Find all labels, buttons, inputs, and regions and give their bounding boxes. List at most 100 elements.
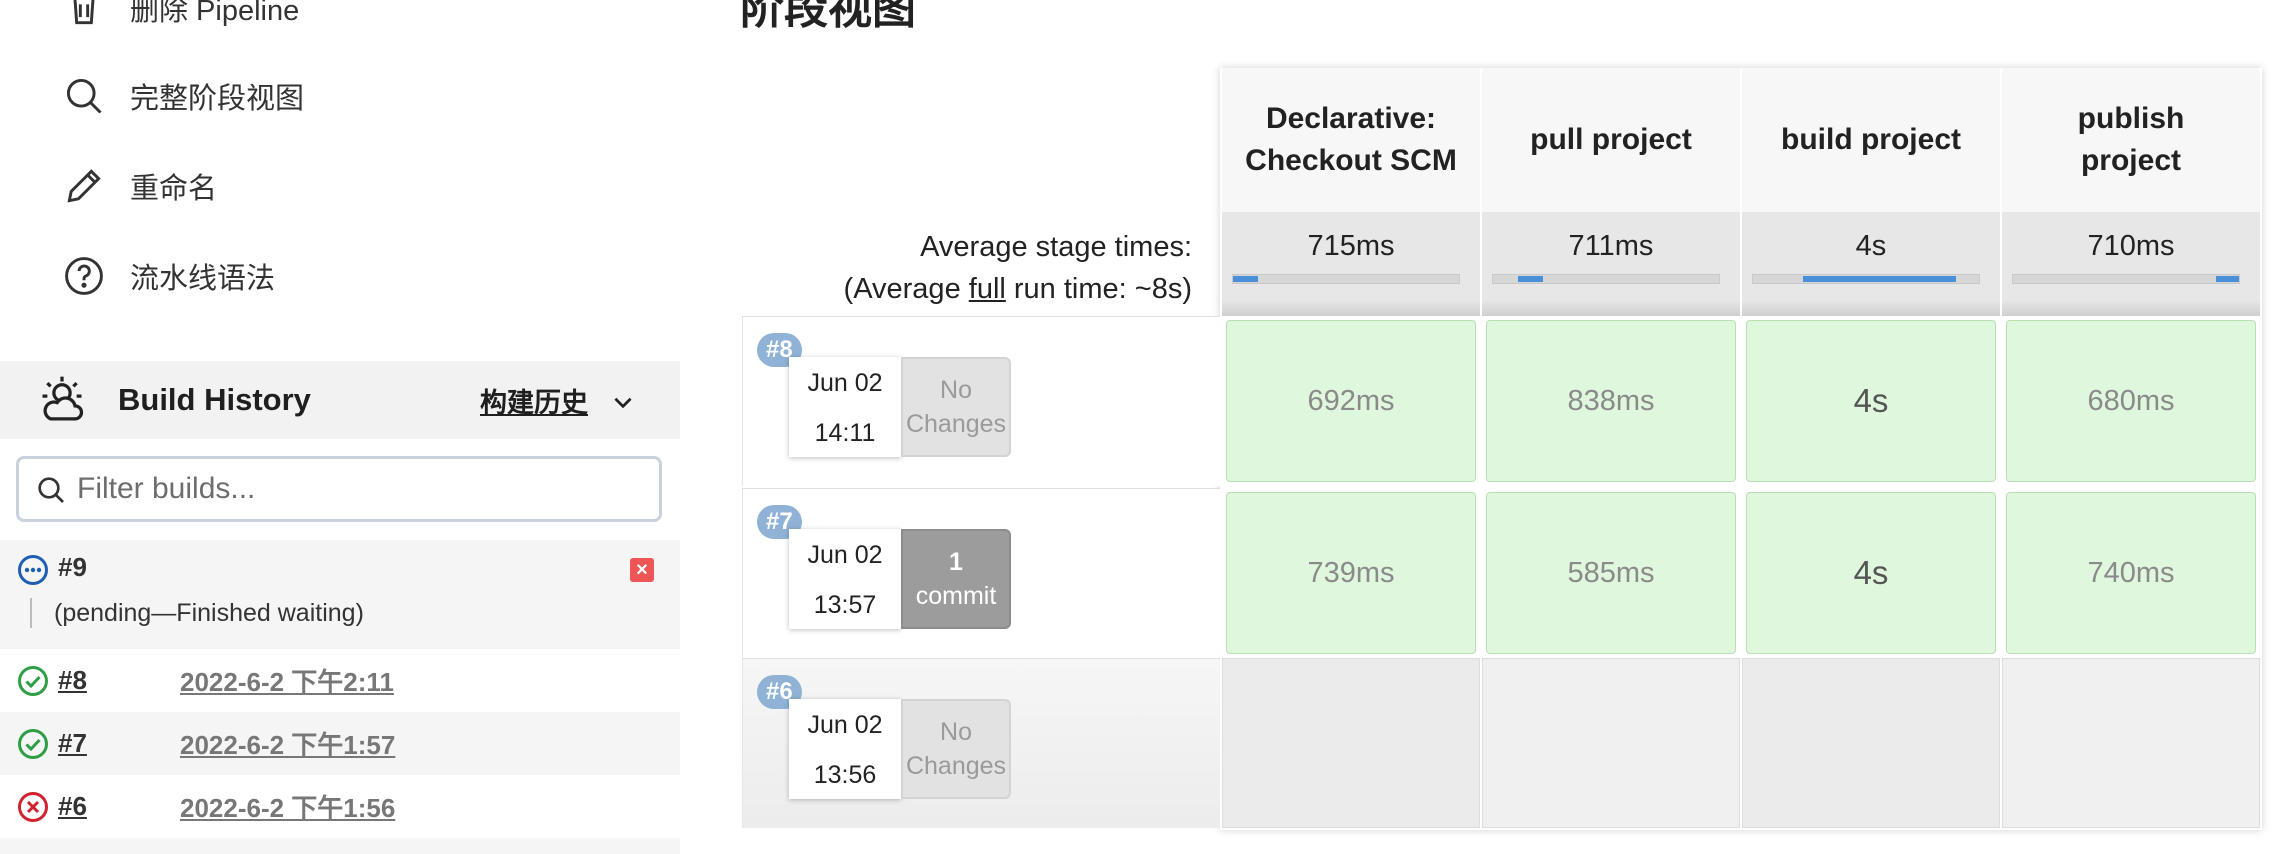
average-time-cell: 711ms (1482, 212, 1740, 316)
changes-line2: Changes (905, 752, 1007, 780)
run-date-box: Jun 02 13:57 (789, 529, 901, 629)
avg-label-line1: Average stage times: (920, 231, 1192, 263)
run-row-header: #8 Jun 02 14:11 No Changes (742, 316, 1220, 486)
success-status-icon (18, 729, 48, 759)
chevron-down-icon[interactable] (610, 389, 636, 415)
stage-duration[interactable]: 585ms (1486, 492, 1736, 654)
stage-duration[interactable]: 692ms (1226, 320, 1476, 482)
build-number: #9 (58, 552, 87, 582)
stage-duration[interactable]: 739ms (1226, 492, 1476, 654)
changes-line1: 1 (949, 548, 963, 576)
stage-name-line2: project (2080, 144, 2182, 177)
average-progress-bar (2012, 274, 2240, 284)
stage-duration[interactable]: 740ms (2006, 492, 2256, 654)
stage-duration[interactable]: 4s (1746, 320, 1996, 482)
average-time-cell: 710ms (2002, 212, 2260, 316)
pencil-icon (60, 162, 108, 210)
stage-name-line1: publish (2077, 102, 2185, 135)
average-bar-fill (2216, 276, 2239, 282)
run-row-header: #7 Jun 02 13:57 1 commit (742, 488, 1220, 658)
average-progress-bar (1492, 274, 1720, 284)
stage-name-line2: Checkout SCM (1245, 144, 1457, 177)
build-history-title: Build History (118, 382, 311, 417)
failed-status-icon (18, 792, 48, 822)
stage-cell-empty (1482, 658, 1740, 828)
stage-cell: 692ms (1222, 316, 1480, 486)
stage-cell-empty (1222, 658, 1480, 828)
weather-icon (42, 376, 84, 421)
task-label: 删除 Pipeline (130, 0, 300, 27)
average-progress-bar (1232, 274, 1460, 284)
stage-header: publish project (2002, 68, 2260, 212)
build-number-link[interactable]: #7 (58, 728, 87, 759)
average-bar-fill (1233, 276, 1258, 282)
task-label: 完整阶段视图 (130, 83, 305, 115)
trash-icon (60, 0, 108, 32)
rename-link[interactable]: 重命名 (60, 156, 217, 216)
build-date-link[interactable]: 2022-6-2 下午1:56 (180, 788, 395, 825)
average-stage-times-label: Average stage times: (Average full run t… (780, 226, 1192, 310)
stage-duration[interactable]: 838ms (1486, 320, 1736, 482)
build-history-header: Build History 构建历史 (0, 361, 680, 439)
stage-view-heading: 阶段视图 (740, 0, 916, 33)
average-bar-fill (1802, 276, 1957, 282)
stage-cell: 680ms (2002, 316, 2260, 486)
pending-text: (pending—Finished waiting) (30, 598, 364, 628)
average-time: 710ms (2087, 230, 2175, 262)
average-time: 715ms (1307, 230, 1395, 262)
run-time: 13:57 (813, 591, 877, 619)
stage-header: Declarative: Checkout SCM (1222, 68, 1480, 212)
build-date-link[interactable]: 2022-6-2 下午1:57 (180, 725, 395, 762)
stage-cell: 838ms (1482, 316, 1740, 486)
help-circle-icon (60, 252, 108, 300)
build-date-link[interactable]: 2022-6-2 下午2:11 (180, 662, 394, 699)
build-row: #8 2022-6-2 下午2:11 (0, 649, 680, 712)
task-label: 流水线语法 (130, 263, 276, 295)
delete-pipeline-link[interactable]: 删除 Pipeline (60, 0, 299, 38)
stage-duration[interactable]: 4s (1746, 492, 1996, 654)
stage-cell: 739ms (1222, 488, 1480, 658)
run-time: 14:11 (814, 419, 876, 447)
build-number-link[interactable]: #6 (58, 791, 87, 822)
build-trend-link[interactable]: 构建历史 (480, 381, 588, 420)
sidebar: 删除 Pipeline 完整阶段视图 重命名 流水线语法 Build Histo… (0, 0, 680, 854)
full-run-link[interactable]: full (969, 273, 1006, 305)
average-time: 4s (1855, 230, 1887, 262)
run-row-header: #6 Jun 02 13:56 No Changes (742, 658, 1220, 828)
stage-cell-empty (2002, 658, 2260, 828)
avg-label-suffix: run time: ~8s) (1005, 273, 1192, 305)
build-row-partial (0, 838, 680, 854)
build-row: #6 2022-6-2 下午1:56 (0, 775, 680, 838)
filter-builds-box (16, 456, 662, 522)
stage-cell: 4s (1742, 316, 2000, 486)
average-time: 711ms (1568, 230, 1654, 262)
pipeline-syntax-link[interactable]: 流水线语法 (60, 246, 275, 306)
changes-line1: No (940, 376, 972, 404)
build-number-link[interactable]: #8 (58, 665, 87, 696)
full-stage-view-link[interactable]: 完整阶段视图 (60, 66, 304, 126)
changes-box: No Changes (901, 699, 1011, 799)
task-label: 重命名 (130, 173, 218, 205)
run-time: 13:56 (813, 761, 877, 789)
changes-box: No Changes (901, 357, 1011, 457)
changes-box[interactable]: 1 commit (901, 529, 1011, 629)
changes-line1: No (940, 718, 972, 746)
stage-name-line1: pull project (1530, 123, 1692, 156)
cancel-build-icon[interactable]: × (630, 558, 654, 582)
average-bar-fill (1517, 276, 1543, 282)
stage-duration[interactable]: 680ms (2006, 320, 2256, 482)
filter-builds-input[interactable] (77, 467, 637, 511)
success-status-icon (18, 666, 48, 696)
pending-status-icon (18, 555, 48, 585)
average-time-cell: 4s (1742, 212, 2000, 316)
search-icon (60, 72, 108, 120)
run-date: Jun 02 (807, 541, 883, 569)
run-date-box: Jun 02 14:11 (789, 357, 901, 457)
stage-name-line1: build project (1781, 123, 1961, 156)
average-time-cell: 715ms (1222, 212, 1480, 316)
stage-cell: 585ms (1482, 488, 1740, 658)
changes-line2: Changes (905, 410, 1007, 438)
build-row: #7 2022-6-2 下午1:57 (0, 712, 680, 775)
stage-cell: 4s (1742, 488, 2000, 658)
stage-name-line1: Declarative: (1265, 102, 1437, 135)
